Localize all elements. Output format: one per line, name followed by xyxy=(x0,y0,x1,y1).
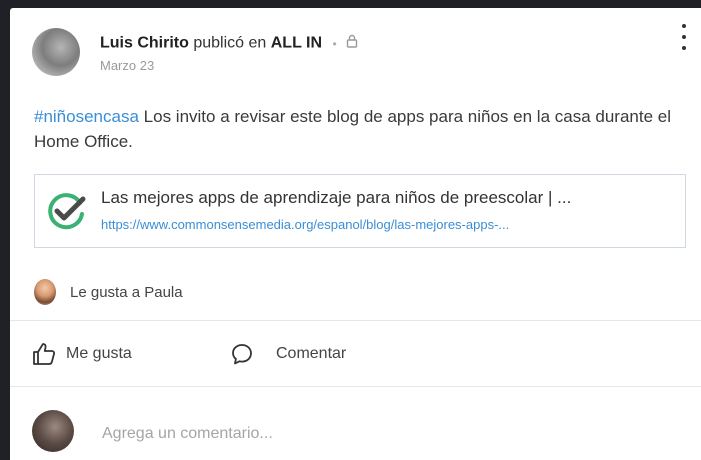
link-preview-url[interactable]: https://www.commonsensemedia.org/espanol… xyxy=(101,217,681,232)
author-avatar[interactable] xyxy=(32,28,80,76)
post-date[interactable]: Marzo 23 xyxy=(100,58,154,73)
comment-icon xyxy=(232,344,252,365)
post-body: #niñosencasa Los invito a revisar este b… xyxy=(34,104,674,154)
post-card: Luis Chirito publicó en ALL IN • Marzo 2… xyxy=(10,8,701,460)
like-label: Me gusta xyxy=(66,345,132,362)
comment-label: Comentar xyxy=(276,345,347,362)
post-header: Luis Chirito publicó en ALL IN • xyxy=(100,34,358,53)
comment-input[interactable] xyxy=(100,418,664,450)
separator-dot: • xyxy=(332,36,337,51)
divider xyxy=(10,320,701,321)
current-user-avatar xyxy=(32,410,74,452)
likes-summary: Le gusta a Paula xyxy=(34,278,183,306)
lock-icon xyxy=(346,34,358,53)
comment-button[interactable]: Comentar xyxy=(230,342,346,366)
published-in-text: publicó en xyxy=(193,34,267,52)
likes-text[interactable]: Le gusta a Paula xyxy=(70,284,183,301)
thumbs-up-icon xyxy=(33,343,56,365)
like-button[interactable]: Me gusta xyxy=(32,342,132,366)
hashtag-link[interactable]: #niñosencasa xyxy=(34,107,139,126)
liker-avatar xyxy=(34,279,56,305)
more-options-icon[interactable] xyxy=(679,24,689,50)
link-preview-title[interactable]: Las mejores apps de aprendizaje para niñ… xyxy=(101,188,681,208)
link-preview-card[interactable]: Las mejores apps de aprendizaje para niñ… xyxy=(34,174,686,248)
author-name[interactable]: Luis Chirito xyxy=(100,35,189,52)
community-name[interactable]: ALL IN xyxy=(271,35,322,52)
divider xyxy=(10,386,701,387)
checkmark-logo-icon xyxy=(47,191,87,231)
